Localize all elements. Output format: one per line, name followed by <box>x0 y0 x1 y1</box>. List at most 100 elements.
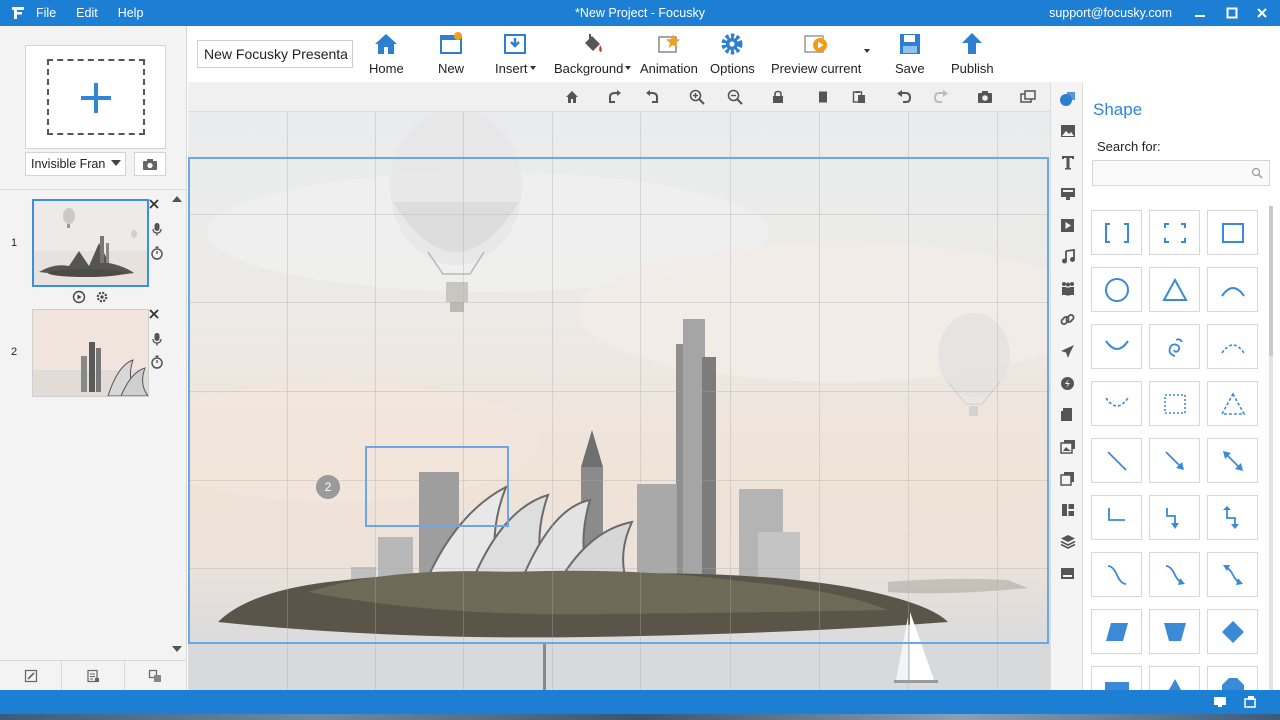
delete-slide-close-icon[interactable] <box>148 198 160 210</box>
smart-shape-icon[interactable] <box>1059 185 1076 202</box>
shape-filled-triangle[interactable] <box>1149 666 1200 690</box>
shape-corner-frame[interactable] <box>1149 210 1200 255</box>
roles-icon[interactable] <box>1059 470 1076 487</box>
shape-filled-diamond[interactable] <box>1207 609 1258 654</box>
rotate-left-icon[interactable] <box>644 89 660 105</box>
shape-rectangle[interactable] <box>1207 210 1258 255</box>
shape-filled-trapezoid[interactable] <box>1149 609 1200 654</box>
airplane-icon[interactable] <box>1059 343 1076 360</box>
home-button[interactable]: Home <box>369 30 404 80</box>
gallery-icon[interactable] <box>1059 438 1076 455</box>
shape-s-curve-arrow[interactable] <box>1149 552 1200 597</box>
preview-current-button[interactable]: Preview current <box>771 30 861 80</box>
insert-button[interactable]: Insert <box>495 30 536 80</box>
shape-elbow-double-arrow[interactable] <box>1207 495 1258 540</box>
menu-edit[interactable]: Edit <box>76 6 98 20</box>
gear-icon[interactable] <box>95 290 109 304</box>
shape-brackets[interactable] <box>1091 210 1142 255</box>
layers-icon[interactable] <box>1059 533 1076 550</box>
menu-file[interactable]: File <box>36 6 56 20</box>
rotate-right-icon[interactable] <box>607 89 623 105</box>
shape-s-curve[interactable] <box>1091 552 1142 597</box>
home-view-icon[interactable] <box>564 89 580 105</box>
shape-dashed-arc[interactable] <box>1207 324 1258 369</box>
screen-icon[interactable] <box>1212 694 1228 710</box>
shape-category-icon[interactable] <box>1059 90 1076 107</box>
shape-dashed-rectangle[interactable] <box>1149 381 1200 426</box>
shape-filled-octagon[interactable] <box>1207 666 1258 690</box>
window-mode-icon[interactable] <box>1020 89 1036 105</box>
frame-1-outline[interactable] <box>188 157 1049 644</box>
slide-thumbnail-2[interactable] <box>32 309 149 397</box>
shape-dashed-triangle[interactable] <box>1207 381 1258 426</box>
template-grid-icon[interactable] <box>1059 501 1076 518</box>
text-icon[interactable] <box>1059 154 1076 171</box>
animation-button[interactable]: Animation <box>640 30 698 80</box>
shape-filled-parallelogram[interactable] <box>1091 609 1142 654</box>
play-icon[interactable] <box>72 290 86 304</box>
layout-tab[interactable] <box>125 661 186 690</box>
edit-notes-tab[interactable] <box>0 661 63 690</box>
save-button[interactable]: Save <box>895 30 925 80</box>
shape-triangle[interactable] <box>1149 267 1200 312</box>
scroll-up-arrow-icon[interactable] <box>172 196 182 202</box>
new-button[interactable]: New <box>437 30 465 80</box>
delete-slide-close-icon[interactable] <box>148 308 160 320</box>
undo-icon[interactable] <box>896 89 912 105</box>
frame-type-select[interactable]: Invisible Fran <box>25 152 126 176</box>
microphone-icon[interactable] <box>150 332 164 346</box>
close-button[interactable] <box>1252 3 1272 23</box>
video-icon[interactable] <box>1059 217 1076 234</box>
publish-button[interactable]: Publish <box>951 30 994 80</box>
shape-filled-rectangle[interactable] <box>1091 666 1142 690</box>
shape-panel-scroll-thumb[interactable] <box>1269 206 1273 356</box>
screenshot-camera-icon[interactable] <box>977 89 993 105</box>
preview-dropdown-chevron-icon[interactable] <box>864 49 870 53</box>
fullscreen-icon[interactable] <box>1242 694 1258 710</box>
menu-help[interactable]: Help <box>118 6 144 20</box>
shape-spiral[interactable] <box>1149 324 1200 369</box>
link-icon[interactable] <box>1059 311 1076 328</box>
music-note-icon[interactable] <box>1059 248 1076 265</box>
redo-icon[interactable] <box>933 89 949 105</box>
shape-circle[interactable] <box>1091 267 1142 312</box>
search-input[interactable] <box>1092 160 1270 186</box>
shape-arc[interactable] <box>1207 267 1258 312</box>
shape-line[interactable] <box>1091 438 1142 483</box>
layout-icon[interactable] <box>1059 406 1076 423</box>
shape-curve[interactable] <box>1091 324 1142 369</box>
shape-s-curve-double-arrow[interactable] <box>1207 552 1258 597</box>
project-name-field[interactable]: New Focusky Presenta <box>197 40 353 68</box>
minimize-button[interactable] <box>1190 3 1210 23</box>
shape-arrow[interactable] <box>1149 438 1200 483</box>
frame-2-outline[interactable] <box>365 446 509 527</box>
microphone-icon[interactable] <box>150 222 164 236</box>
shape-elbow-arrow[interactable] <box>1149 495 1200 540</box>
paste-icon[interactable] <box>851 89 867 105</box>
copy-icon[interactable] <box>815 89 831 105</box>
slide-thumbnail-1[interactable] <box>32 199 149 287</box>
characters-icon[interactable] <box>1059 280 1076 297</box>
add-frame-button[interactable] <box>25 45 166 149</box>
editing-canvas[interactable]: 2 <box>188 112 1050 690</box>
flash-icon[interactable] <box>1059 375 1076 392</box>
background-button[interactable]: Background <box>554 30 632 80</box>
zoom-in-icon[interactable] <box>689 89 705 105</box>
path-list-tab[interactable] <box>62 661 125 690</box>
image-icon[interactable] <box>1059 122 1076 139</box>
timer-icon[interactable] <box>150 246 164 260</box>
support-email[interactable]: support@focusky.com <box>1049 6 1172 20</box>
caption-icon[interactable] <box>1059 565 1076 582</box>
lock-icon[interactable] <box>770 89 786 105</box>
shape-elbow-line[interactable] <box>1091 495 1142 540</box>
zoom-out-icon[interactable] <box>727 89 743 105</box>
snapshot-button[interactable] <box>134 152 166 176</box>
shape-dashed-curve[interactable] <box>1091 381 1142 426</box>
frame-number-badge[interactable]: 2 <box>316 475 340 499</box>
shape-double-arrow[interactable] <box>1207 438 1258 483</box>
timer-icon[interactable] <box>150 355 164 369</box>
home-label: Home <box>369 61 404 76</box>
options-button[interactable]: Options <box>710 30 755 80</box>
maximize-button[interactable] <box>1222 3 1242 23</box>
scroll-down-arrow-icon[interactable] <box>172 646 182 652</box>
